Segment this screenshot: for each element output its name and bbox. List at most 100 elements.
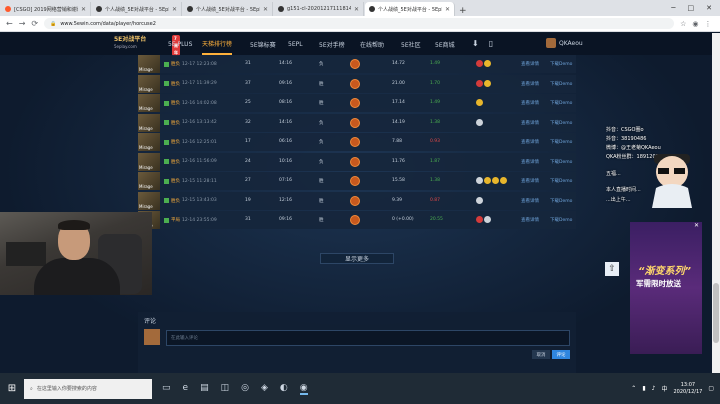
star-icon[interactable]: ☆: [680, 20, 686, 28]
taskbar-search[interactable]: ⌕ 在这里输入你要搜索的内容: [24, 378, 152, 399]
game-icon[interactable]: ◎: [241, 383, 249, 395]
extension-icon[interactable]: ◉: [692, 20, 698, 28]
nav-tournament[interactable]: 5E锦标赛: [250, 33, 276, 55]
close-window-button[interactable]: ✕: [706, 4, 712, 12]
download-demo-link[interactable]: 下载Demo: [550, 61, 572, 67]
notification-icon[interactable]: ▢: [708, 385, 714, 392]
browser-tab[interactable]: [CSGO] 2019网络营销和谢谢...✕: [1, 2, 91, 16]
browser-tab[interactable]: 个人战绩_5E对战平台 - 5Eplay完...✕: [183, 2, 273, 16]
download-demo-link[interactable]: 下载Demo: [550, 81, 572, 87]
steam-icon[interactable]: ◐: [280, 383, 288, 395]
page-scrollbar[interactable]: [712, 33, 720, 373]
red-medal-icon: [476, 79, 483, 87]
scrollbar-thumb[interactable]: [713, 283, 719, 343]
download-icon[interactable]: ⬇: [472, 39, 479, 48]
cancel-button[interactable]: 取消: [532, 350, 550, 359]
rank-icon: [350, 59, 360, 69]
back-to-top-button[interactable]: ⇧: [605, 262, 619, 276]
tray-arrow-icon[interactable]: ⌃: [631, 385, 636, 392]
reload-icon[interactable]: ⟳: [31, 19, 38, 28]
close-tab-icon[interactable]: ✕: [445, 6, 450, 13]
task-view-icon[interactable]: ▭: [162, 383, 171, 395]
browser-tab-active[interactable]: 个人战绩_5E对战平台 - 5Eplay完...✕: [365, 2, 455, 16]
rank-icon: [350, 137, 360, 147]
comment-title: 评论: [144, 318, 157, 325]
table-row: Mirage 胜负 12-16 13:13:42 32 14:16 负 14.1…: [138, 113, 576, 132]
url-field[interactable]: 🔒 www.5ewin.com/data/player/horcuse2: [44, 18, 675, 29]
submit-comment-button[interactable]: 评论: [552, 350, 570, 359]
app-icon[interactable]: ◈: [261, 383, 268, 395]
system-clock[interactable]: 13:07 2020/12/17: [674, 382, 703, 396]
view-details-link[interactable]: 查看详情: [521, 81, 539, 87]
map-thumbnail: Mirage: [138, 55, 160, 73]
medals: [476, 216, 491, 223]
back-icon[interactable]: ←: [6, 19, 13, 28]
cartoon-character-icon: [652, 154, 692, 208]
explorer-icon[interactable]: ▤: [200, 383, 209, 395]
menu-icon[interactable]: ⋮: [705, 20, 712, 28]
show-more-button[interactable]: 显示更多: [320, 253, 394, 264]
user-menu[interactable]: QKAeou: [546, 38, 583, 48]
search-icon: ⌕: [30, 385, 33, 392]
nav-5epl[interactable]: 5EPL: [288, 33, 303, 55]
site-logo[interactable]: 5E对战平台 5eplay.com 7周年: [114, 35, 180, 56]
forward-icon[interactable]: →: [19, 19, 26, 28]
download-demo-link[interactable]: 下载Demo: [550, 139, 572, 145]
windows-start-icon[interactable]: ⊞: [0, 383, 24, 394]
download-demo-link[interactable]: 下载Demo: [550, 178, 572, 184]
result-icon: [164, 178, 169, 184]
mobile-icon[interactable]: ▯: [489, 39, 493, 48]
view-details-link[interactable]: 查看详情: [521, 198, 539, 204]
network-icon[interactable]: ▮: [642, 385, 645, 392]
view-details-link[interactable]: 查看详情: [521, 61, 539, 67]
gold-medal-icon: [500, 177, 507, 184]
result-icon: [164, 217, 169, 223]
view-details-link[interactable]: 查看详情: [521, 217, 539, 223]
url-text: www.5ewin.com/data/player/horcuse2: [60, 20, 156, 27]
view-details-link[interactable]: 查看详情: [521, 120, 539, 126]
skull-medal-icon: [476, 177, 483, 184]
comment-panel: 评论 在此输入评论 取消 评论: [138, 312, 576, 373]
view-details-link[interactable]: 查看详情: [521, 178, 539, 184]
rank-icon: [350, 78, 360, 89]
nav-ladder[interactable]: 天梯排行榜: [202, 33, 233, 55]
nav-community[interactable]: 5E社区: [401, 33, 421, 55]
view-details-link[interactable]: 查看详情: [521, 100, 539, 106]
download-demo-link[interactable]: 下载Demo: [550, 217, 572, 223]
nav-opponents[interactable]: 5E对手榜: [319, 33, 345, 55]
nav-store[interactable]: 5E商城: [435, 33, 455, 55]
table-row: Mirage 胜负 12-16 12:25:01 17 06:16 负 7.88…: [138, 133, 576, 151]
promo-ad-banner[interactable]: ✕ “渐变系列” 军需限时放送: [630, 222, 702, 354]
nav-5e-plus[interactable]: 5E PLUS: [168, 33, 192, 55]
nav-help[interactable]: 在线帮助: [360, 33, 384, 55]
gold-medal-icon: [484, 177, 491, 184]
download-demo-link[interactable]: 下载Demo: [550, 120, 572, 126]
close-ad-icon[interactable]: ✕: [694, 222, 699, 229]
close-tab-icon[interactable]: ✕: [81, 6, 86, 13]
close-tab-icon[interactable]: ✕: [263, 6, 268, 13]
close-tab-icon[interactable]: ✕: [354, 6, 359, 13]
result-icon: [164, 100, 169, 106]
close-tab-icon[interactable]: ✕: [172, 6, 177, 13]
rank-icon: [350, 117, 360, 128]
new-tab-button[interactable]: +: [455, 6, 471, 16]
browser-tab[interactable]: 个人战绩_5E对战平台 - 5Eplay完...✕: [92, 2, 182, 16]
address-bar-row: ← → ⟳ 🔒 www.5ewin.com/data/player/horcus…: [0, 16, 720, 32]
comment-input[interactable]: 在此输入评论: [166, 330, 570, 346]
download-demo-link[interactable]: 下载Demo: [550, 198, 572, 204]
edge-icon[interactable]: e: [183, 383, 189, 395]
view-details-link[interactable]: 查看详情: [521, 159, 539, 165]
view-details-link[interactable]: 查看详情: [521, 139, 539, 145]
windows-taskbar: ⊞ ⌕ 在这里输入你要搜索的内容 ▭ e ▤ ◫ ◎ ◈ ◐ ◉ ⌃ ▮ ♪ 中…: [0, 373, 720, 404]
browser-tab[interactable]: g151-cl-20201217111814024...✕: [274, 2, 364, 16]
ime-indicator[interactable]: 中: [661, 384, 667, 393]
maximize-button[interactable]: □: [688, 4, 695, 12]
chrome-icon[interactable]: ◉: [299, 383, 308, 395]
minimize-button[interactable]: ─: [671, 4, 675, 12]
download-demo-link[interactable]: 下载Demo: [550, 159, 572, 165]
medals: [476, 79, 491, 87]
download-demo-link[interactable]: 下载Demo: [550, 100, 572, 106]
result-icon: [164, 120, 169, 125]
volume-icon[interactable]: ♪: [652, 385, 656, 392]
store-icon[interactable]: ◫: [221, 383, 230, 395]
